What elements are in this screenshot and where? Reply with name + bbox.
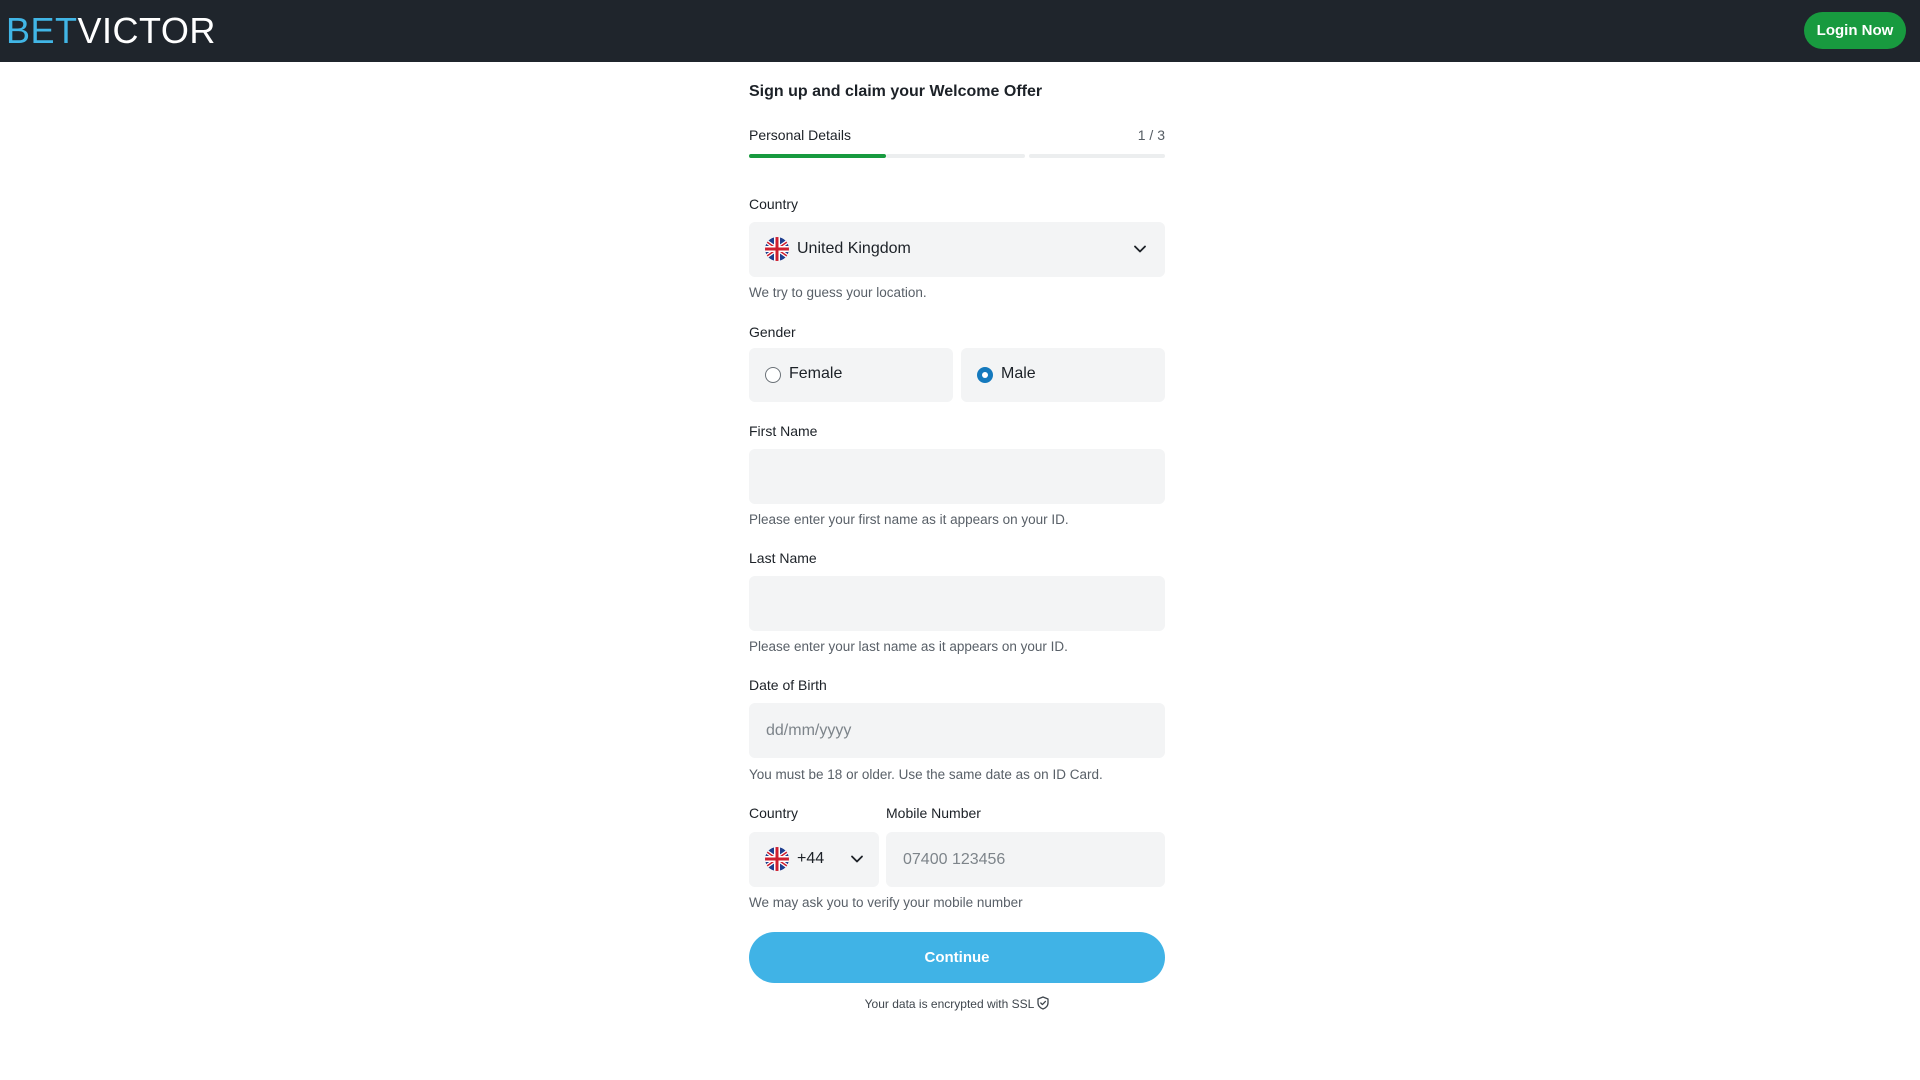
progress-segment-3	[1029, 154, 1165, 158]
last-name-field[interactable]	[749, 576, 1165, 631]
ssl-notice: Your data is encrypted with SSL	[749, 996, 1165, 1011]
gender-female-label: Female	[789, 365, 843, 382]
country-select[interactable]: United Kingdom	[749, 222, 1165, 277]
progress-segment-1	[749, 154, 886, 158]
last-name-label: Last Name	[749, 550, 817, 566]
first-name-label: First Name	[749, 423, 818, 439]
dob-input[interactable]	[749, 703, 1165, 758]
gender-option-male[interactable]: Male	[961, 348, 1165, 402]
logo-victor-text: VICTOR	[77, 10, 216, 51]
first-name-hint: Please enter your first name as it appea…	[749, 512, 1069, 527]
gender-label: Gender	[749, 324, 796, 340]
ssl-text: Your data is encrypted with SSL	[864, 997, 1035, 1011]
mobile-number-input[interactable]	[886, 832, 1165, 887]
phone-country-label: Country	[749, 805, 799, 821]
first-name-input[interactable]	[749, 449, 1165, 504]
step-label: Personal Details	[749, 127, 851, 143]
country-label: Country	[749, 196, 799, 212]
chevron-down-icon	[1134, 245, 1146, 253]
uk-flag-icon	[765, 237, 789, 261]
radio-female-icon	[765, 367, 781, 383]
continue-button[interactable]: Continue	[749, 932, 1165, 983]
shield-check-icon	[1037, 996, 1049, 1010]
dob-hint: You must be 18 or older. Use the same da…	[749, 767, 1103, 782]
last-name-hint: Please enter your last name as it appear…	[749, 639, 1068, 654]
dial-code-select[interactable]: +44	[749, 832, 879, 887]
top-navigation-bar: BETVICTOR Login Now	[0, 0, 1920, 62]
uk-flag-icon	[765, 847, 789, 871]
step-progress-bar	[749, 154, 1165, 158]
form-title: Sign up and claim your Welcome Offer	[749, 83, 1043, 100]
step-count: 1 / 3	[1137, 127, 1165, 143]
dob-label: Date of Birth	[749, 677, 827, 693]
first-name-field[interactable]	[749, 449, 1165, 504]
mobile-number-field[interactable]	[886, 832, 1165, 887]
mobile-number-hint: We may ask you to verify your mobile num…	[749, 895, 1023, 910]
radio-male-selected-icon	[977, 367, 993, 383]
dob-field[interactable]	[749, 703, 1165, 758]
progress-segment-2	[886, 154, 1025, 158]
mobile-number-label: Mobile Number	[886, 805, 981, 821]
gender-male-label: Male	[1001, 365, 1036, 382]
logo-bet-text: BET	[6, 10, 78, 51]
country-hint: We try to guess your location.	[749, 285, 927, 300]
dial-code-value: +44	[797, 850, 825, 867]
country-value: United Kingdom	[797, 240, 911, 257]
gender-option-female[interactable]: Female	[749, 348, 953, 402]
betvictor-logo[interactable]: BETVICTOR	[6, 6, 216, 56]
login-now-button[interactable]: Login Now	[1804, 12, 1906, 49]
chevron-down-icon	[851, 855, 863, 863]
last-name-input[interactable]	[749, 576, 1165, 631]
